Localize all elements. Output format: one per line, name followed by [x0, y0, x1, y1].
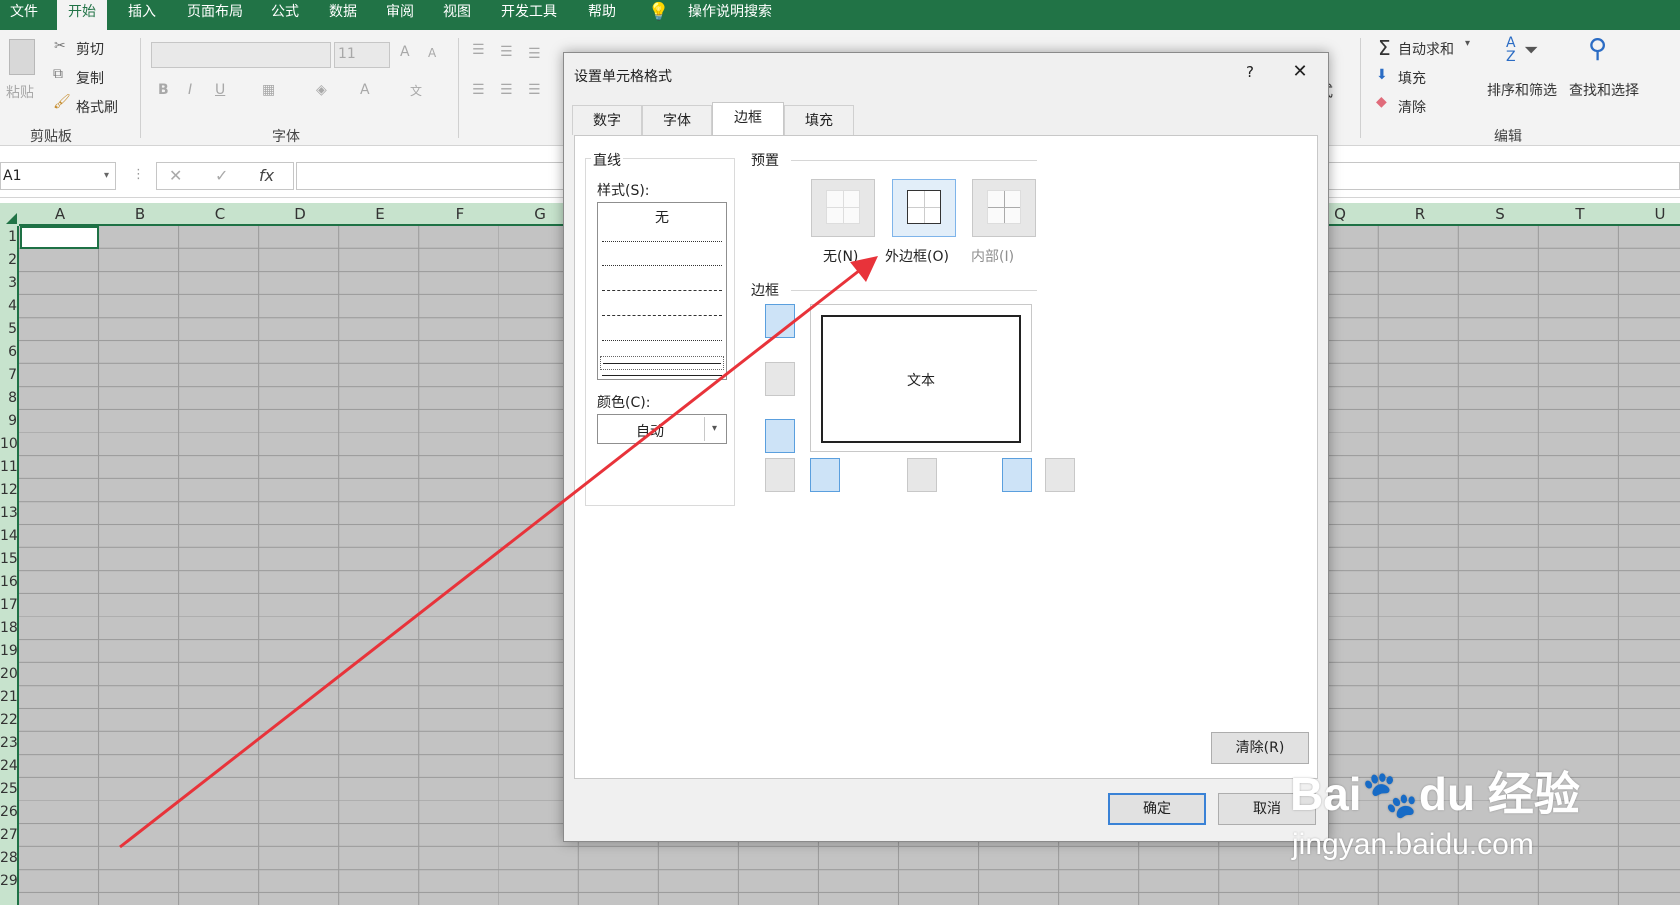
watermark-brand-du: du — [1418, 768, 1476, 820]
paw-icon: 🐾 — [1361, 768, 1419, 820]
watermark-url: jingyan.baidu.com — [1292, 828, 1534, 861]
excel-window: 文件 开始 插入 页面布局 公式 数据 审阅 视图 开发工具 帮助 💡 操作说明… — [0, 0, 1680, 905]
watermark-cn: 经验 — [1487, 768, 1580, 820]
watermark-brand: Bai — [1290, 768, 1362, 820]
baidu-watermark: Bai🐾du 经验 — [1290, 758, 1580, 824]
